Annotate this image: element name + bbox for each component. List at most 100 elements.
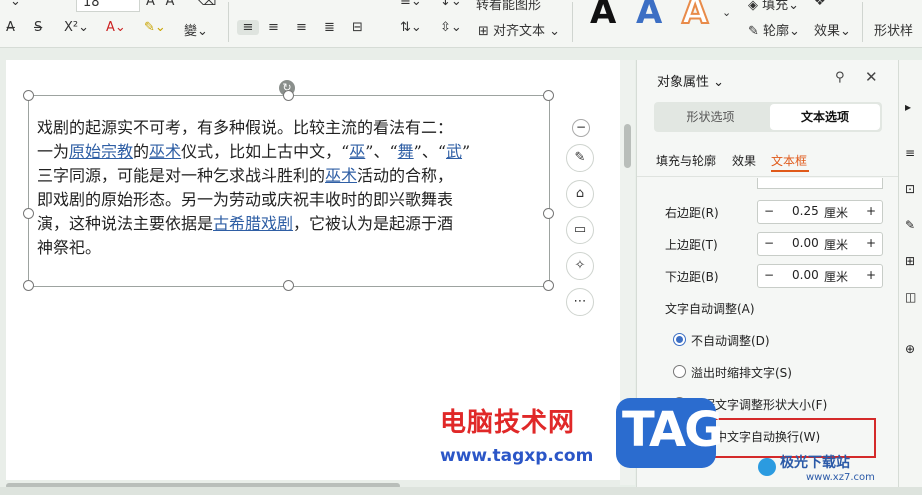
align-center-icon[interactable]: ≡: [268, 20, 279, 35]
status-bar: [0, 487, 922, 495]
resize-handle-w[interactable]: [23, 208, 34, 219]
align-left-icon[interactable]: ≡: [237, 20, 259, 35]
text-line: 一为原始宗教的巫术仪式，比如上古中文，“巫”、“舞”、“武”: [37, 142, 471, 161]
font-color-icon[interactable]: A⌄: [106, 20, 126, 35]
corner-site-url: www.xz7.com: [806, 472, 875, 483]
align-right-icon[interactable]: ≡: [296, 20, 307, 35]
text-line: 演，这种说法主要依据是古希腊戏剧，它被认为是起源于酒: [37, 214, 454, 233]
top-margin-stepper[interactable]: − 0.00 厘米 +: [757, 232, 883, 256]
collapse-icon[interactable]: −: [572, 119, 590, 137]
resize-handle-s[interactable]: [283, 280, 294, 291]
fill-bucket-icon[interactable]: ⌂: [566, 180, 594, 208]
text-direction-icon[interactable]: ⇅⌄: [400, 20, 422, 35]
scroll-thumb[interactable]: [624, 124, 631, 168]
bottom-margin-label: 下边距(B): [665, 270, 719, 284]
resize-handle-ne[interactable]: [543, 90, 554, 101]
resize-handle-nw[interactable]: [23, 90, 34, 101]
unit-label: 厘米: [824, 270, 849, 284]
link-witchcraft[interactable]: 巫术: [149, 142, 181, 161]
resize-handle-n[interactable]: [283, 90, 294, 101]
side-tool-icon[interactable]: ⊞: [905, 254, 915, 268]
effect-label: 效果: [814, 24, 841, 39]
subtab-textbox[interactable]: 文本框: [771, 152, 807, 169]
justify-icon[interactable]: ≣: [324, 20, 335, 35]
more-options-icon[interactable]: ⋯: [566, 288, 594, 316]
minus-icon[interactable]: −: [764, 236, 774, 250]
font-size-value: 18: [83, 0, 100, 10]
side-tool-icon[interactable]: ✎: [905, 218, 915, 232]
shape-style-label: 形状样: [874, 24, 914, 39]
effect-icon[interactable]: ❖: [814, 0, 826, 9]
link-greek-drama[interactable]: 古希腊戏剧: [213, 214, 293, 233]
plus-icon[interactable]: +: [866, 268, 876, 282]
phonetic-icon[interactable]: 變⌄: [184, 20, 208, 39]
top-margin-value[interactable]: 0.00: [792, 236, 819, 250]
strikethrough-icon[interactable]: A̶: [6, 20, 15, 35]
line-spacing-icon[interactable]: ≡⌄: [400, 0, 422, 9]
side-tool-icon[interactable]: ▸: [905, 100, 911, 114]
plus-icon[interactable]: +: [866, 236, 876, 250]
fill-button[interactable]: ◈ 填充⌄: [748, 0, 799, 13]
convert-shape-button[interactable]: 转看能图形: [476, 0, 541, 13]
textbox-layout-icon[interactable]: ▭: [566, 216, 594, 244]
bottom-margin-value[interactable]: 0.00: [792, 268, 819, 282]
option-no-autofit[interactable]: 不自动调整(D): [691, 332, 770, 349]
column-icon[interactable]: ⇳⌄: [440, 20, 462, 35]
textbox-content[interactable]: 戏剧的起源实不可考，有多种假说。比较主流的看法有二： 一为原始宗教的巫术仪式，比…: [37, 116, 549, 260]
panel-title[interactable]: 对象属性 ⌄: [657, 71, 724, 90]
underline-s-icon[interactable]: S̶: [34, 20, 42, 35]
resize-handle-sw[interactable]: [23, 280, 34, 291]
side-tool-icon[interactable]: ≡: [905, 146, 915, 160]
link-wu-shaman[interactable]: 巫: [349, 142, 365, 161]
text-line: 戏剧的起源实不可考，有多种假说。比较主流的看法有二：: [37, 118, 454, 137]
link-wu-dance[interactable]: 舞: [398, 142, 414, 161]
distribute-icon[interactable]: ⊟: [352, 20, 363, 35]
unit-label: 厘米: [824, 238, 849, 252]
format-painter-icon[interactable]: ✎: [566, 144, 594, 172]
side-toolstrip: ▸ ≡ ⊡ ✎ ⊞ ◫ ⊕: [898, 60, 922, 495]
watermark-site-name: 电脑技术网: [440, 408, 576, 438]
subtab-fill-outline[interactable]: 填充与轮廓: [656, 152, 716, 169]
radio-no-autofit[interactable]: [673, 333, 686, 346]
minus-icon[interactable]: −: [764, 268, 774, 282]
plus-icon[interactable]: +: [866, 204, 876, 218]
clear-format-icon[interactable]: ⌫: [198, 0, 216, 9]
align-text-button[interactable]: ⊞ 对齐文本 ⌄: [478, 20, 560, 39]
link-primitive-religion[interactable]: 原始宗教: [69, 142, 133, 161]
pin-icon[interactable]: ⚲: [835, 70, 845, 85]
side-tool-icon[interactable]: ◫: [905, 290, 916, 304]
shape-style-button[interactable]: 形状样: [874, 20, 913, 39]
subtab-effect[interactable]: 效果: [732, 152, 756, 169]
text-style-blue[interactable]: A: [636, 0, 662, 32]
resize-handle-se[interactable]: [543, 280, 554, 291]
superscript-icon[interactable]: X²⌄: [64, 20, 89, 35]
text-style-more[interactable]: ⌄: [722, 6, 731, 19]
magic-tools-icon[interactable]: ✧: [566, 252, 594, 280]
font-size-dropdown[interactable]: 18: [76, 0, 140, 12]
radio-shrink-on-overflow[interactable]: [673, 365, 686, 378]
top-margin-label: 上边距(T): [665, 238, 718, 252]
side-tool-icon[interactable]: ⊕: [905, 342, 915, 356]
right-margin-stepper[interactable]: − 0.25 厘米 +: [757, 200, 883, 224]
right-margin-value[interactable]: 0.25: [792, 204, 819, 218]
option-shrink-on-overflow[interactable]: 溢出时缩排文字(S): [691, 364, 792, 381]
effect-button[interactable]: 效果⌄: [814, 20, 851, 39]
align-text-label: 对齐文本: [493, 24, 546, 39]
unit-label: 厘米: [824, 206, 849, 220]
minus-icon[interactable]: −: [764, 204, 774, 218]
bottom-margin-stepper[interactable]: − 0.00 厘米 +: [757, 264, 883, 288]
ribbon-toolbar: ⌄ 18 Aˆ Aˇ ⌫ A̶ S̶ X²⌄ A⌄ ✎⌄ 變⌄ ≡ ≡ ≡ ≣ …: [0, 0, 922, 48]
outline-button[interactable]: ✎ 轮廓⌄: [748, 20, 800, 39]
font-name-dropdown[interactable]: ⌄: [10, 0, 21, 9]
side-tool-icon[interactable]: ⊡: [905, 182, 915, 196]
link-wu-martial[interactable]: 武: [446, 142, 462, 161]
tab-shape-options[interactable]: 形状选项: [654, 102, 767, 132]
link-witchcraft-2[interactable]: 巫术: [325, 166, 357, 185]
para-spacing-icon[interactable]: ↕⌄: [440, 0, 462, 9]
text-style-black[interactable]: A: [590, 0, 616, 32]
font-grow-icon[interactable]: Aˆ Aˇ: [146, 0, 181, 9]
close-icon[interactable]: ✕: [865, 68, 878, 86]
text-style-outline[interactable]: A: [681, 0, 709, 33]
highlight-icon[interactable]: ✎⌄: [144, 20, 166, 35]
tab-text-options[interactable]: 文本选项: [770, 104, 880, 130]
